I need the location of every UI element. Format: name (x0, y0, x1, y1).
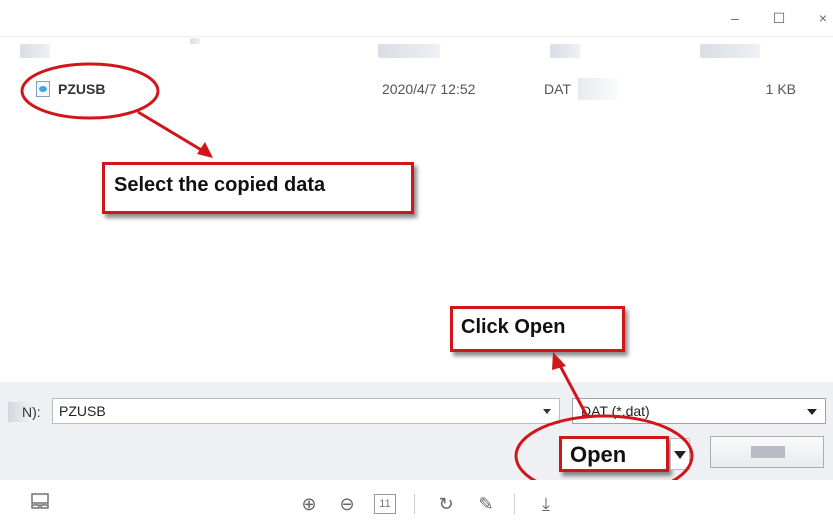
file-name: PZUSB (58, 81, 106, 97)
arrow-line-file (137, 110, 209, 156)
file-icon (36, 81, 50, 97)
bottom-toolbar (0, 480, 833, 530)
zoom-in-icon[interactable]: ⊕ (297, 492, 321, 516)
filename-dropdown-icon[interactable] (543, 409, 551, 414)
chevron-down-icon (674, 451, 686, 459)
edit-icon[interactable]: ✎ (474, 492, 498, 516)
cancel-button[interactable] (710, 436, 824, 468)
callout-select-data: Select the copied data (102, 162, 414, 214)
layout-icon[interactable] (28, 492, 52, 516)
arrow-head-file (197, 142, 213, 158)
close-icon[interactable]: × (812, 8, 833, 28)
fit-page-icon[interactable]: 11 (373, 492, 397, 516)
sort-indicator-icon (190, 38, 200, 44)
filename-input[interactable]: PZUSB (52, 398, 560, 424)
cancel-label-redaction (751, 446, 785, 458)
file-type-dropdown-icon[interactable] (807, 409, 817, 415)
fit-page-label: 11 (374, 494, 396, 514)
maximize-icon[interactable]: ☐ (768, 8, 790, 28)
file-size: 1 KB (765, 81, 796, 97)
dialog-footer (0, 382, 833, 480)
minimize-icon[interactable]: – (724, 8, 746, 28)
toolbar-divider (414, 494, 415, 514)
open-split-dropdown[interactable] (670, 438, 690, 470)
download-icon[interactable]: ⤓ (534, 492, 558, 516)
column-header-date[interactable] (378, 44, 440, 58)
filename-value: PZUSB (59, 403, 106, 419)
callout-click-open: Click Open (450, 306, 625, 352)
title-bar: – ☐ × (0, 0, 833, 37)
open-button[interactable]: Open (559, 436, 669, 472)
toolbar-divider (514, 494, 515, 514)
arrow-head-open (552, 352, 566, 370)
rotate-icon[interactable]: ↻ (434, 492, 458, 516)
file-type: DAT (544, 81, 571, 97)
column-header-name[interactable] (20, 44, 50, 58)
file-row[interactable]: PZUSB 2020/4/7 12:52 DAT 1 KB (30, 78, 810, 102)
file-type-value: DAT (*.dat) (581, 403, 650, 419)
zoom-out-icon[interactable]: ⊖ (335, 492, 359, 516)
file-type-redaction (578, 78, 618, 100)
filename-label: N): (22, 404, 41, 420)
file-type-select[interactable]: DAT (*.dat) (572, 398, 826, 424)
column-header-size[interactable] (700, 44, 760, 58)
column-header-type[interactable] (550, 44, 580, 58)
file-modified-date: 2020/4/7 12:52 (382, 81, 476, 97)
